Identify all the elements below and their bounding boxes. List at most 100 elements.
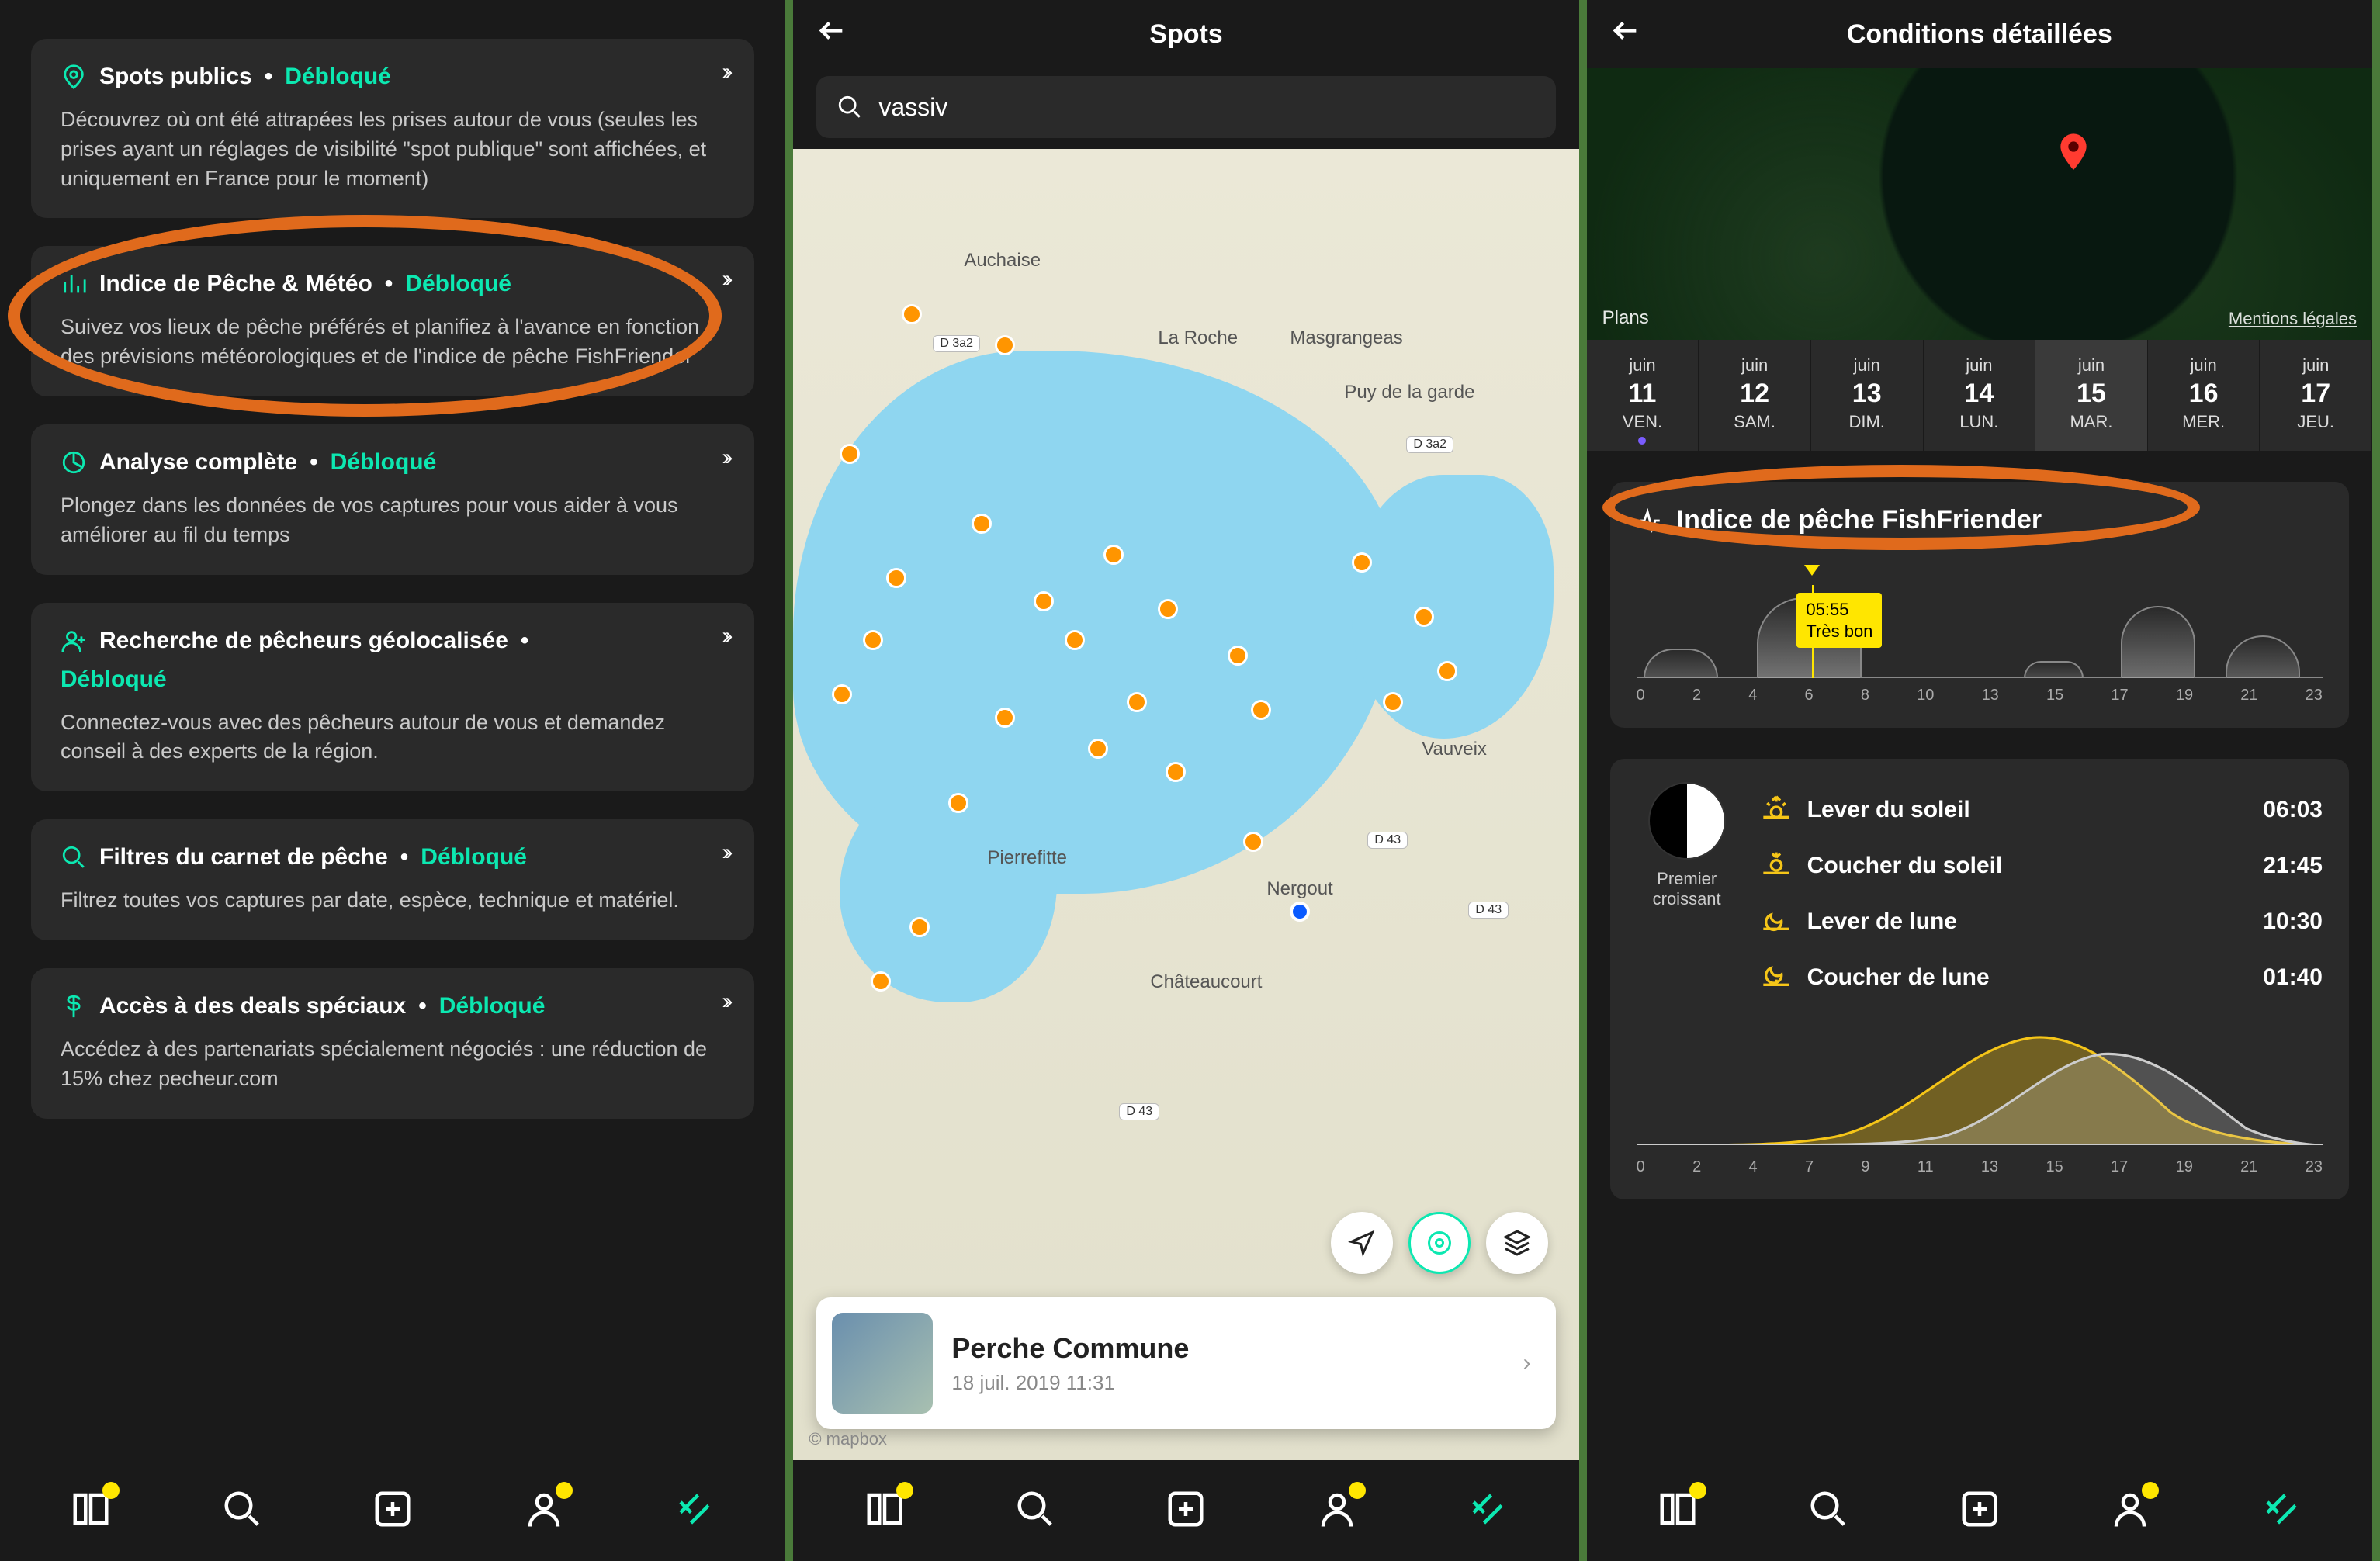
nav-profile-icon[interactable]	[523, 1488, 565, 1534]
day-selector: juin11VEN.juin12SAM.juin13DIM.juin14LUN.…	[1587, 340, 2372, 451]
nav-search-icon[interactable]	[1014, 1488, 1056, 1534]
layers-button[interactable]	[1486, 1212, 1548, 1274]
moonset-icon	[1761, 959, 1792, 996]
dollar-icon	[61, 993, 87, 1019]
fishing-index-chart[interactable]: 05:55Très bon0246810131517192123	[1637, 565, 2323, 704]
day-cell[interactable]: juin14LUN.	[1924, 340, 2036, 451]
road-label: D 43	[1119, 1103, 1159, 1120]
nav-logo-icon[interactable]	[1467, 1488, 1509, 1534]
bars-icon	[61, 271, 87, 297]
map-label: Masgrangeas	[1290, 327, 1402, 349]
road-label: D 3a2	[1406, 436, 1453, 453]
card-title: Filtres du carnet de pêche	[99, 844, 388, 870]
sun-moon-chart[interactable]: 0247911131517192123	[1637, 1021, 2323, 1176]
nav-profile-icon[interactable]	[1316, 1488, 1358, 1534]
map-label: Pierrefitte	[987, 847, 1067, 869]
day-cell[interactable]: juin16MER.	[2148, 340, 2260, 451]
card-title: Spots publics	[99, 64, 252, 90]
feature-card-analyse-complete[interactable]: ›› Analyse complète • Débloqué Plongez d…	[31, 424, 754, 575]
nav-logo-icon[interactable]	[674, 1488, 715, 1534]
card-title: Accès à des deals spéciaux	[99, 993, 406, 1019]
pin-icon	[61, 64, 87, 90]
map-label: La Roche	[1158, 327, 1238, 349]
fishing-index-section: Indice de pêche FishFriender 05:55Très b…	[1610, 482, 2349, 728]
spot-marker[interactable]	[1243, 832, 1263, 852]
nav-search-icon[interactable]	[1807, 1488, 1849, 1534]
nav-add-icon[interactable]	[1165, 1488, 1207, 1534]
road-label: D 3a2	[933, 335, 980, 352]
feature-card-recherche-pecheurs[interactable]: ›› Recherche de pêcheurs géolocalisée • …	[31, 603, 754, 792]
nav-panels-icon[interactable]	[70, 1488, 112, 1534]
feature-card-filtres-carnet[interactable]: ›› Filtres du carnet de pêche • Débloqué…	[31, 819, 754, 940]
notification-badge	[556, 1482, 573, 1499]
card-description: Découvrez où ont été attrapées les prise…	[61, 106, 725, 193]
feature-card-spots-publics[interactable]: ›› Spots publics • Débloqué Découvrez où…	[31, 39, 754, 218]
map-label: Puy de la garde	[1344, 382, 1474, 403]
road-label: D 43	[1468, 902, 1509, 919]
satellite-map[interactable]: Plans Mentions légales	[1587, 68, 2372, 340]
feature-card-indice-peche-meteo[interactable]: ›› Indice de Pêche & Météo • Débloqué Su…	[31, 246, 754, 396]
track-button[interactable]	[1408, 1212, 1471, 1274]
map[interactable]: Auchaise La Roche Masgrangeas Puy de la …	[793, 149, 1578, 1460]
status-badge: Débloqué	[439, 993, 546, 1019]
map-controls	[1331, 1212, 1548, 1274]
notification-badge	[102, 1482, 120, 1499]
nav-panels-icon[interactable]	[1657, 1488, 1699, 1534]
chevron-right-icon: ››	[722, 839, 728, 866]
map-provider-label: Plans	[1602, 307, 1649, 329]
nav-search-icon[interactable]	[221, 1488, 263, 1534]
bottom-nav	[0, 1460, 785, 1561]
nav-profile-icon[interactable]	[2109, 1488, 2151, 1534]
topbar: Spots	[793, 0, 1578, 68]
legal-link[interactable]: Mentions légales	[2229, 309, 2357, 329]
user-location-dot	[1290, 902, 1310, 922]
bottom-nav	[793, 1460, 1578, 1561]
status-badge: Débloqué	[405, 271, 511, 297]
page-title: Spots	[1149, 19, 1222, 50]
spot-marker[interactable]	[902, 304, 922, 324]
search-icon	[837, 94, 863, 120]
chevron-right-icon: ››	[722, 623, 728, 649]
locate-button[interactable]	[1331, 1212, 1393, 1274]
back-button[interactable]	[1610, 16, 1641, 54]
moon-phase-label: Premier croissant	[1637, 869, 1737, 909]
road-label: D 43	[1367, 832, 1408, 849]
pie-icon	[61, 449, 87, 476]
status-badge: Débloqué	[421, 844, 527, 870]
search-input[interactable]: vassiv	[816, 76, 1555, 138]
day-cell[interactable]: juin17JEU.	[2260, 340, 2372, 451]
catch-date: 18 juil. 2019 11:31	[951, 1371, 1189, 1395]
notification-badge	[1349, 1482, 1366, 1499]
back-button[interactable]	[816, 16, 847, 54]
spots-map-screen: Spots vassiv Auchaise La Roche Masgrange…	[793, 0, 1586, 1561]
day-cell[interactable]: juin12SAM.	[1699, 340, 1811, 451]
card-description: Filtrez toutes vos captures par date, es…	[61, 886, 725, 915]
notification-badge	[896, 1482, 913, 1499]
sunset-icon	[1761, 847, 1792, 884]
nav-add-icon[interactable]	[372, 1488, 414, 1534]
map-attribution: © mapbox	[809, 1429, 887, 1449]
spot-marker[interactable]	[871, 971, 891, 992]
nav-panels-icon[interactable]	[864, 1488, 906, 1534]
day-cell[interactable]: juin11VEN.	[1587, 340, 1699, 451]
moon-phase: Premier croissant	[1637, 782, 1737, 1005]
catch-thumbnail	[832, 1313, 933, 1414]
map-pin-icon	[2058, 133, 2089, 179]
catch-card[interactable]: Perche Commune 18 juil. 2019 11:31 ›	[816, 1297, 1555, 1429]
nav-add-icon[interactable]	[1959, 1488, 2001, 1534]
day-cell[interactable]: juin13DIM.	[1811, 340, 1924, 451]
chevron-right-icon: ››	[722, 266, 728, 292]
section-title: Indice de pêche FishFriender	[1677, 505, 2042, 535]
feature-card-deals[interactable]: ›› Accès à des deals spéciaux • Débloqué…	[31, 968, 754, 1119]
card-description: Accédez à des partenariats spécialement …	[61, 1035, 725, 1094]
nav-logo-icon[interactable]	[2260, 1488, 2302, 1534]
card-title: Indice de Pêche & Météo	[99, 271, 372, 297]
status-badge: Débloqué	[331, 449, 437, 476]
map-label: Auchaise	[964, 250, 1041, 272]
sun-moon-section: Premier croissant Lever du soleil06:03Co…	[1610, 759, 2349, 1199]
day-cell[interactable]: juin15MAR.	[2035, 340, 2148, 451]
features-screen: ›› Spots publics • Débloqué Découvrez où…	[0, 0, 793, 1561]
page-title: Conditions détaillées	[1847, 19, 2112, 50]
chevron-right-icon: ››	[722, 445, 728, 471]
status-badge: Débloqué	[285, 64, 391, 90]
